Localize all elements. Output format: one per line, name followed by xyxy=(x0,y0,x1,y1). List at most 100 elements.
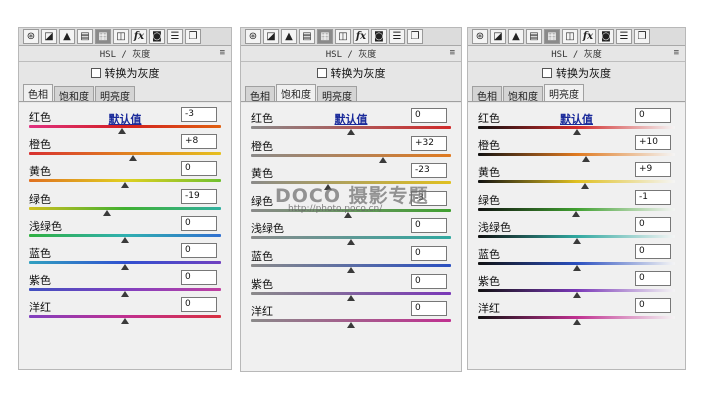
tab-saturation[interactable]: 饱和度 xyxy=(276,84,316,101)
value-field[interactable]: 0 xyxy=(181,270,217,286)
slider-track[interactable] xyxy=(251,153,451,157)
slider-thumb[interactable] xyxy=(347,239,355,246)
slider-thumb[interactable] xyxy=(347,322,355,329)
mountain-icon[interactable]: ▲ xyxy=(281,29,297,44)
slider-thumb[interactable] xyxy=(121,182,129,189)
value-field[interactable]: -23 xyxy=(411,163,447,179)
aperture-icon[interactable]: ⊛ xyxy=(472,29,488,44)
tone-curve-icon[interactable]: ◪ xyxy=(263,29,279,44)
tab-luminance[interactable]: 明亮度 xyxy=(544,84,584,101)
tab-hue[interactable]: 色相 xyxy=(23,84,53,101)
split-bars-icon[interactable]: ▤ xyxy=(526,29,542,44)
fx-icon[interactable]: fx xyxy=(353,29,369,44)
slider-thumb[interactable] xyxy=(572,319,581,326)
slider-track[interactable] xyxy=(478,153,675,157)
mountain-icon[interactable]: ▲ xyxy=(59,29,75,44)
slider-thumb[interactable] xyxy=(572,292,581,299)
value-field[interactable]: 0 xyxy=(635,271,671,287)
value-field[interactable]: +9 xyxy=(635,162,671,178)
tab-luminance[interactable]: 明亮度 xyxy=(317,86,357,103)
slider-thumb[interactable] xyxy=(581,183,590,190)
aperture-icon[interactable]: ⊛ xyxy=(245,29,261,44)
slider-thumb[interactable] xyxy=(121,291,129,298)
slider-thumb[interactable] xyxy=(347,294,355,301)
aperture-icon[interactable]: ⊛ xyxy=(23,29,39,44)
value-field[interactable]: 0 xyxy=(411,301,447,317)
slider-thumb[interactable] xyxy=(347,129,355,135)
slider-thumb[interactable] xyxy=(121,264,129,270)
slider-track[interactable] xyxy=(29,152,221,156)
panel-toolbar: ⊛ ◪ ▲ ▤ ▦ ◫ fx ◙ ☰ ❐ xyxy=(241,28,461,46)
slider-thumb[interactable] xyxy=(118,128,127,134)
presets-icon[interactable]: ❐ xyxy=(407,29,423,44)
hsl-grid-icon[interactable]: ▦ xyxy=(95,29,111,44)
value-field[interactable]: +10 xyxy=(635,135,671,151)
value-field[interactable]: 0 xyxy=(181,243,217,258)
slider-thumb[interactable] xyxy=(347,267,355,273)
slider-track[interactable] xyxy=(478,180,675,184)
tab-saturation[interactable]: 饱和度 xyxy=(54,86,94,103)
fx-icon[interactable]: fx xyxy=(580,29,596,44)
value-field[interactable]: 0 xyxy=(635,216,671,232)
convert-grayscale-option[interactable]: 转换为灰度 xyxy=(19,62,231,84)
split-toning-icon[interactable]: ◫ xyxy=(113,29,129,44)
tone-curve-icon[interactable]: ◪ xyxy=(41,29,57,44)
convert-grayscale-checkbox[interactable] xyxy=(90,68,101,78)
slider-thumb[interactable] xyxy=(121,318,129,325)
split-bars-icon[interactable]: ▤ xyxy=(299,29,315,44)
sliders-icon[interactable]: ☰ xyxy=(167,29,183,44)
sliders-icon[interactable]: ☰ xyxy=(616,29,632,44)
slider-thumb[interactable] xyxy=(572,237,581,244)
camera-icon[interactable]: ◙ xyxy=(598,29,614,44)
slider-thumb[interactable] xyxy=(379,156,387,163)
value-field[interactable]: 0 xyxy=(411,218,447,234)
value-field[interactable]: -1 xyxy=(635,189,671,205)
slider-thumb[interactable] xyxy=(128,155,137,162)
value-field[interactable]: +32 xyxy=(411,135,447,151)
value-field[interactable]: -3 xyxy=(181,107,217,122)
slider-thumb[interactable] xyxy=(572,265,581,271)
camera-icon[interactable]: ◙ xyxy=(149,29,165,44)
split-bars-icon[interactable]: ▤ xyxy=(77,29,93,44)
value-field[interactable]: 0 xyxy=(635,108,671,123)
tab-saturation[interactable]: 饱和度 xyxy=(503,86,543,103)
value-field[interactable]: 0 xyxy=(181,297,217,313)
panel-menu-icon[interactable]: ≡ xyxy=(220,48,225,58)
sliders-icon[interactable]: ☰ xyxy=(389,29,405,44)
value-field[interactable]: 0 xyxy=(411,108,447,123)
tone-curve-icon[interactable]: ◪ xyxy=(490,29,506,44)
value-field[interactable]: 0 xyxy=(411,246,447,261)
convert-grayscale-checkbox[interactable] xyxy=(542,68,552,78)
split-toning-icon[interactable]: ◫ xyxy=(562,29,578,44)
slider-thumb[interactable] xyxy=(582,156,591,163)
presets-icon[interactable]: ❐ xyxy=(634,29,650,44)
convert-grayscale-option[interactable]: 转换为灰度 xyxy=(241,62,461,84)
value-field[interactable]: -19 xyxy=(181,188,217,204)
split-toning-icon[interactable]: ◫ xyxy=(335,29,351,44)
value-field[interactable]: 0 xyxy=(411,273,447,289)
slider-thumb[interactable] xyxy=(571,210,580,217)
tab-luminance[interactable]: 明亮度 xyxy=(95,86,135,103)
value-field[interactable]: 0 xyxy=(635,244,671,259)
slider-thumb[interactable] xyxy=(121,236,129,243)
presets-icon[interactable]: ❐ xyxy=(185,29,201,44)
slider-row-orange: 橙色 +10 xyxy=(478,135,675,165)
panel-menu-icon[interactable]: ≡ xyxy=(674,48,679,58)
value-field[interactable]: +8 xyxy=(181,134,217,150)
tab-hue[interactable]: 色相 xyxy=(245,86,275,103)
convert-grayscale-option[interactable]: 转换为灰度 xyxy=(468,62,685,84)
camera-icon[interactable]: ◙ xyxy=(371,29,387,44)
value-field[interactable]: 0 xyxy=(181,215,217,231)
slider-track[interactable] xyxy=(29,206,221,210)
hsl-grid-icon[interactable]: ▦ xyxy=(544,29,560,44)
panel-menu-icon[interactable]: ≡ xyxy=(450,48,455,58)
value-field[interactable]: 0 xyxy=(635,298,671,314)
hsl-grid-icon[interactable]: ▦ xyxy=(317,29,333,44)
tab-hue[interactable]: 色相 xyxy=(472,86,502,103)
slider-thumb[interactable] xyxy=(102,209,111,216)
mountain-icon[interactable]: ▲ xyxy=(508,29,524,44)
slider-thumb[interactable] xyxy=(572,129,581,135)
fx-icon[interactable]: fx xyxy=(131,29,147,44)
value-field[interactable]: 0 xyxy=(181,161,217,177)
convert-grayscale-checkbox[interactable] xyxy=(316,68,327,78)
